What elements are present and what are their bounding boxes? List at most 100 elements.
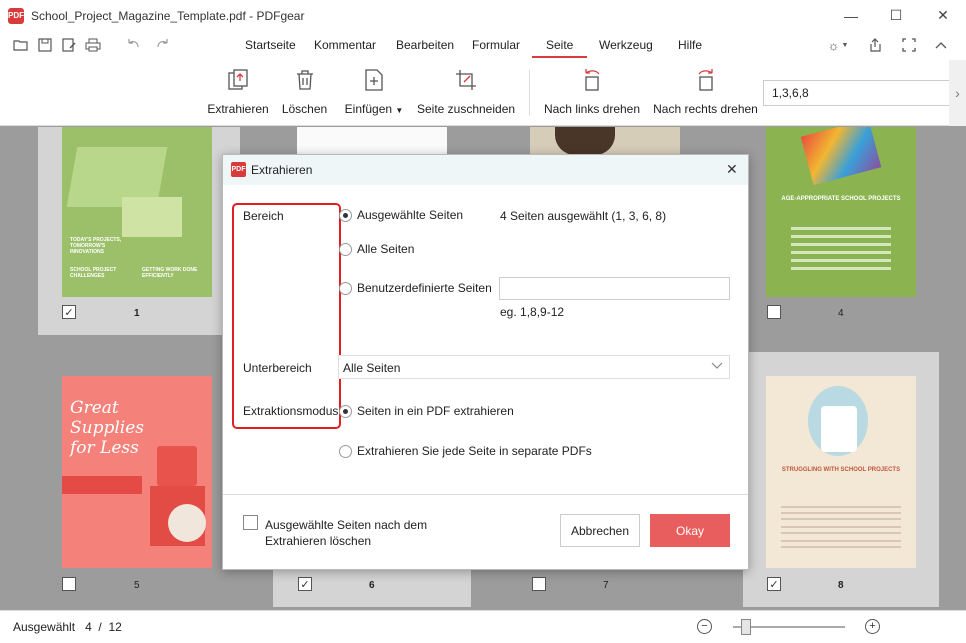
ribbon-separator bbox=[529, 70, 530, 116]
save-icon[interactable] bbox=[36, 37, 54, 53]
save-as-icon[interactable] bbox=[60, 37, 78, 53]
dialog-title: Extrahieren bbox=[251, 163, 313, 177]
thumb-1-extra: GETTING WORK DONE EFFICIENTLY bbox=[142, 267, 198, 279]
page-checkbox-4[interactable] bbox=[767, 305, 781, 319]
custom-pages-hint: eg. 1,8,9-12 bbox=[500, 305, 565, 319]
thumb-1-subtitle: SCHOOL PROJECT CHALLENGES bbox=[70, 267, 117, 279]
selection-status: Ausgewählt 4 / 12 bbox=[13, 620, 122, 634]
undo-icon[interactable] bbox=[124, 37, 142, 53]
custom-pages-label[interactable]: Benutzerdefinierte Seiten bbox=[357, 281, 492, 295]
page-number-1: 1 bbox=[134, 308, 140, 319]
crop-page-button[interactable]: Seite zuschneiden bbox=[416, 68, 516, 116]
share-icon[interactable] bbox=[866, 37, 888, 53]
page-thumbnail-3[interactable] bbox=[530, 127, 680, 157]
chevron-down-icon bbox=[711, 359, 723, 373]
zoom-out-icon[interactable]: − bbox=[697, 619, 712, 634]
menu-seite[interactable]: Seite bbox=[546, 38, 573, 52]
range-label: Bereich bbox=[243, 209, 284, 223]
close-button[interactable]: ✕ bbox=[920, 0, 966, 31]
open-icon[interactable] bbox=[12, 37, 30, 53]
zoom-slider-handle[interactable] bbox=[741, 619, 751, 635]
thumb-4-title: AGE-APPROPRIATE SCHOOL PROJECTS bbox=[781, 196, 901, 202]
extract-dialog: PDF Extrahieren ✕ Bereich Ausgewählte Se… bbox=[222, 154, 749, 570]
redo-icon[interactable] bbox=[154, 37, 172, 53]
all-pages-label[interactable]: Alle Seiten bbox=[357, 242, 414, 256]
single-pdf-label[interactable]: Seiten in ein PDF extrahieren bbox=[357, 404, 514, 418]
insert-page-icon bbox=[363, 68, 385, 92]
radio-separate-pdfs[interactable] bbox=[339, 445, 352, 458]
page-thumbnail-5[interactable]: Great Supplies for Less bbox=[62, 376, 212, 568]
menu-bar: Startseite Kommentar Bearbeiten Formular… bbox=[0, 31, 966, 60]
subrange-select[interactable]: Alle Seiten bbox=[338, 355, 730, 379]
menu-kommentar[interactable]: Kommentar bbox=[314, 38, 376, 52]
ribbon-scroll-right-icon[interactable]: › bbox=[949, 60, 966, 126]
radio-selected-pages[interactable] bbox=[339, 209, 352, 222]
extract-icon bbox=[227, 68, 249, 92]
page-number-8: 8 bbox=[838, 580, 844, 591]
zoom-in-icon[interactable]: + bbox=[865, 619, 880, 634]
page-checkbox-5[interactable] bbox=[62, 577, 76, 591]
rotate-left-button[interactable]: Nach links drehen bbox=[544, 68, 640, 116]
window-title: School_Project_Magazine_Template.pdf - P… bbox=[31, 8, 305, 23]
custom-pages-input[interactable] bbox=[499, 277, 730, 300]
rotate-right-button[interactable]: Nach rechts drehen bbox=[653, 68, 758, 116]
thumb-1-title: TODAY'S PROJECTS, TOMORROW'S INNOVATIONS bbox=[70, 237, 122, 255]
title-bar: PDF School_Project_Magazine_Template.pdf… bbox=[0, 0, 966, 31]
thumb-5-title: Great Supplies for Less bbox=[70, 398, 145, 458]
page-thumbnail-2[interactable] bbox=[297, 127, 447, 157]
ok-button[interactable]: Okay bbox=[650, 514, 730, 547]
minimize-button[interactable]: — bbox=[828, 0, 874, 31]
page-checkbox-8[interactable]: ✓ bbox=[767, 577, 781, 591]
radio-all-pages[interactable] bbox=[339, 243, 352, 256]
trash-icon bbox=[294, 68, 316, 92]
cancel-button[interactable]: Abbrechen bbox=[560, 514, 640, 547]
menu-hilfe[interactable]: Hilfe bbox=[678, 38, 702, 52]
rotate-left-icon bbox=[581, 68, 603, 92]
dialog-title-bar: PDF Extrahieren ✕ bbox=[223, 155, 748, 185]
page-checkbox-6[interactable]: ✓ bbox=[298, 577, 312, 591]
menu-werkzeug[interactable]: Werkzeug bbox=[599, 38, 653, 52]
page-thumbnail-8[interactable]: STRUGGLING WITH SCHOOL PROJECTS bbox=[766, 376, 916, 568]
page-number-6: 6 bbox=[369, 580, 375, 591]
subrange-label: Unterbereich bbox=[243, 361, 312, 375]
pdfgear-logo-icon: PDF bbox=[8, 7, 24, 24]
subrange-value: Alle Seiten bbox=[343, 361, 401, 375]
delete-label: Löschen bbox=[281, 102, 328, 116]
page-thumbnail-1[interactable]: TODAY'S PROJECTS, TOMORROW'S INNOVATIONS… bbox=[62, 127, 212, 297]
page-range-input[interactable] bbox=[763, 80, 951, 106]
page-checkbox-7[interactable] bbox=[532, 577, 546, 591]
theme-icon[interactable]: ☼ ▼ bbox=[824, 37, 852, 53]
collapse-ribbon-icon[interactable] bbox=[932, 37, 950, 53]
selected-pages-info: 4 Seiten ausgewählt (1, 3, 6, 8) bbox=[500, 209, 667, 223]
menu-formular[interactable]: Formular bbox=[472, 38, 520, 52]
selected-pages-label[interactable]: Ausgewählte Seiten bbox=[357, 208, 463, 222]
radio-custom-pages[interactable] bbox=[339, 282, 352, 295]
rotate-right-label: Nach rechts drehen bbox=[653, 102, 758, 116]
extract-label: Extrahieren bbox=[207, 102, 269, 116]
rotate-left-label: Nach links drehen bbox=[543, 102, 641, 116]
page-checkbox-1[interactable]: ✓ bbox=[62, 305, 76, 319]
pdfgear-logo-icon: PDF bbox=[231, 162, 246, 177]
delete-after-extract-label[interactable]: Ausgewählte Seiten nach dem Extrahieren l… bbox=[265, 517, 427, 549]
thumb-8-title: STRUGGLING WITH SCHOOL PROJECTS bbox=[781, 467, 901, 473]
chevron-down-icon: ▼ bbox=[395, 106, 404, 115]
crop-label: Seite zuschneiden bbox=[416, 102, 516, 116]
dialog-separator bbox=[223, 494, 748, 495]
separate-pdfs-label[interactable]: Extrahieren Sie jede Seite in separate P… bbox=[357, 444, 592, 458]
fullscreen-icon[interactable] bbox=[900, 37, 918, 53]
page-number-4: 4 bbox=[838, 308, 844, 319]
labels-highlight-box bbox=[232, 203, 341, 429]
radio-single-pdf[interactable] bbox=[339, 405, 352, 418]
insert-button[interactable]: Einfügen ▼ bbox=[344, 68, 404, 116]
menu-startseite[interactable]: Startseite bbox=[245, 38, 296, 52]
dialog-close-icon[interactable]: ✕ bbox=[726, 161, 738, 178]
delete-after-extract-checkbox[interactable] bbox=[243, 515, 258, 530]
extract-button[interactable]: Extrahieren bbox=[207, 68, 269, 116]
page-thumbnail-4[interactable]: AGE-APPROPRIATE SCHOOL PROJECTS bbox=[766, 127, 916, 297]
print-icon[interactable] bbox=[84, 37, 102, 53]
page-number-5: 5 bbox=[134, 580, 140, 591]
delete-button[interactable]: Löschen bbox=[282, 68, 327, 116]
insert-label: Einfügen ▼ bbox=[344, 102, 404, 116]
maximize-button[interactable]: ☐ bbox=[873, 0, 919, 31]
menu-bearbeiten[interactable]: Bearbeiten bbox=[396, 38, 454, 52]
